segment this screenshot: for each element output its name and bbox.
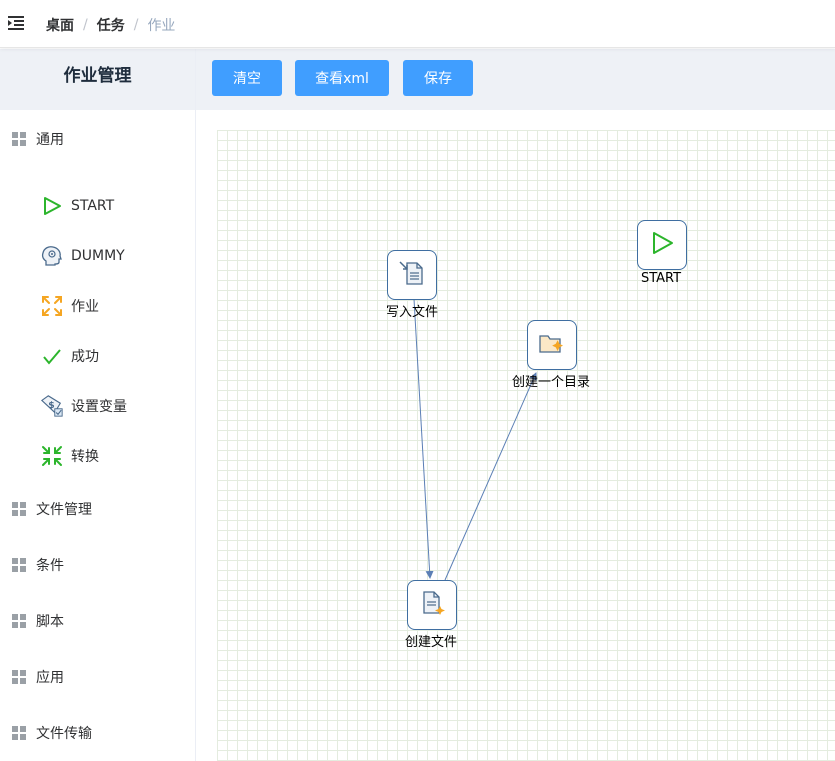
toolbar: 清空 查看xml 保存: [196, 49, 835, 110]
clear-button[interactable]: 清空: [212, 60, 282, 96]
category-label: 通用: [36, 132, 64, 148]
category-script[interactable]: 脚本: [12, 611, 64, 631]
palette-item-label: DUMMY: [71, 248, 125, 264]
node-start[interactable]: [637, 220, 687, 270]
job-arrows-icon: [40, 294, 64, 318]
breadcrumb-desktop[interactable]: 桌面: [46, 15, 74, 35]
save-button[interactable]: 保存: [403, 60, 473, 96]
dummy-head-icon: [40, 244, 64, 268]
set-variable-icon: $: [40, 394, 64, 418]
create-folder-icon: [537, 328, 567, 362]
transform-arrows-icon: [40, 444, 64, 468]
category-label: 应用: [36, 670, 64, 686]
palette-item-label: 作业: [71, 299, 99, 315]
breadcrumb-separator: /: [133, 17, 139, 33]
node-label: 创建文件: [404, 635, 458, 650]
palette-item-dummy[interactable]: DUMMY: [40, 244, 125, 268]
category-general[interactable]: 通用: [12, 129, 64, 149]
breadcrumb: 桌面 / 任务 / 作业: [46, 15, 175, 35]
success-check-icon: [40, 344, 64, 368]
node-label: START: [640, 271, 682, 286]
breadcrumb-separator: /: [83, 17, 88, 33]
palette-item-label: 设置变量: [71, 399, 127, 415]
palette-item-label: START: [71, 198, 115, 214]
palette-item-start[interactable]: START: [40, 194, 114, 218]
node-create-directory[interactable]: [527, 320, 577, 370]
workflow-canvas[interactable]: 写入文件 创建一个目录 START 创建文件: [217, 130, 835, 761]
grid-icon: [12, 558, 26, 572]
palette-item-set-variable[interactable]: $ 设置变量: [40, 394, 127, 418]
grid-icon: [12, 726, 26, 740]
grid-icon: [12, 132, 26, 146]
category-file-management[interactable]: 文件管理: [12, 499, 92, 519]
category-application[interactable]: 应用: [12, 667, 64, 687]
node-label: 创建一个目录: [511, 375, 591, 390]
svg-text:$: $: [48, 400, 54, 411]
write-file-icon: [397, 258, 427, 292]
sidebar-title: 作业管理: [0, 49, 195, 110]
node-label: 写入文件: [385, 305, 439, 320]
top-header: 桌面 / 任务 / 作业: [0, 0, 835, 48]
palette-item-label: 转换: [71, 449, 99, 465]
breadcrumb-task[interactable]: 任务: [97, 15, 125, 35]
menu-toggle-icon[interactable]: [8, 15, 24, 31]
palette-item-label: 成功: [71, 349, 99, 365]
start-icon: [647, 228, 677, 262]
category-label: 脚本: [36, 614, 64, 630]
edge-write-to-create-file[interactable]: [413, 298, 434, 579]
node-write-file[interactable]: [387, 250, 437, 300]
category-label: 文件传输: [36, 726, 92, 742]
view-xml-button[interactable]: 查看xml: [295, 60, 389, 96]
category-label: 文件管理: [36, 502, 92, 518]
category-file-transfer[interactable]: 文件传输: [12, 723, 92, 743]
create-file-icon: [417, 588, 447, 622]
grid-icon: [12, 614, 26, 628]
grid-icon: [12, 670, 26, 684]
component-sidebar: 作业管理 通用 START DUMMY 作业 成功 $ 设置变量 转换 文件管理…: [0, 49, 196, 761]
grid-icon: [12, 502, 26, 516]
palette-item-job[interactable]: 作业: [40, 294, 99, 318]
start-icon: [40, 194, 64, 218]
node-create-file[interactable]: [407, 580, 457, 630]
edge-create-file-to-create-dir[interactable]: [444, 372, 537, 581]
breadcrumb-current: 作业: [147, 18, 176, 34]
palette-item-transform[interactable]: 转换: [40, 444, 99, 468]
edge-layer: [413, 298, 537, 581]
palette-item-success[interactable]: 成功: [40, 344, 99, 368]
category-label: 条件: [36, 558, 64, 574]
category-condition[interactable]: 条件: [12, 555, 64, 575]
